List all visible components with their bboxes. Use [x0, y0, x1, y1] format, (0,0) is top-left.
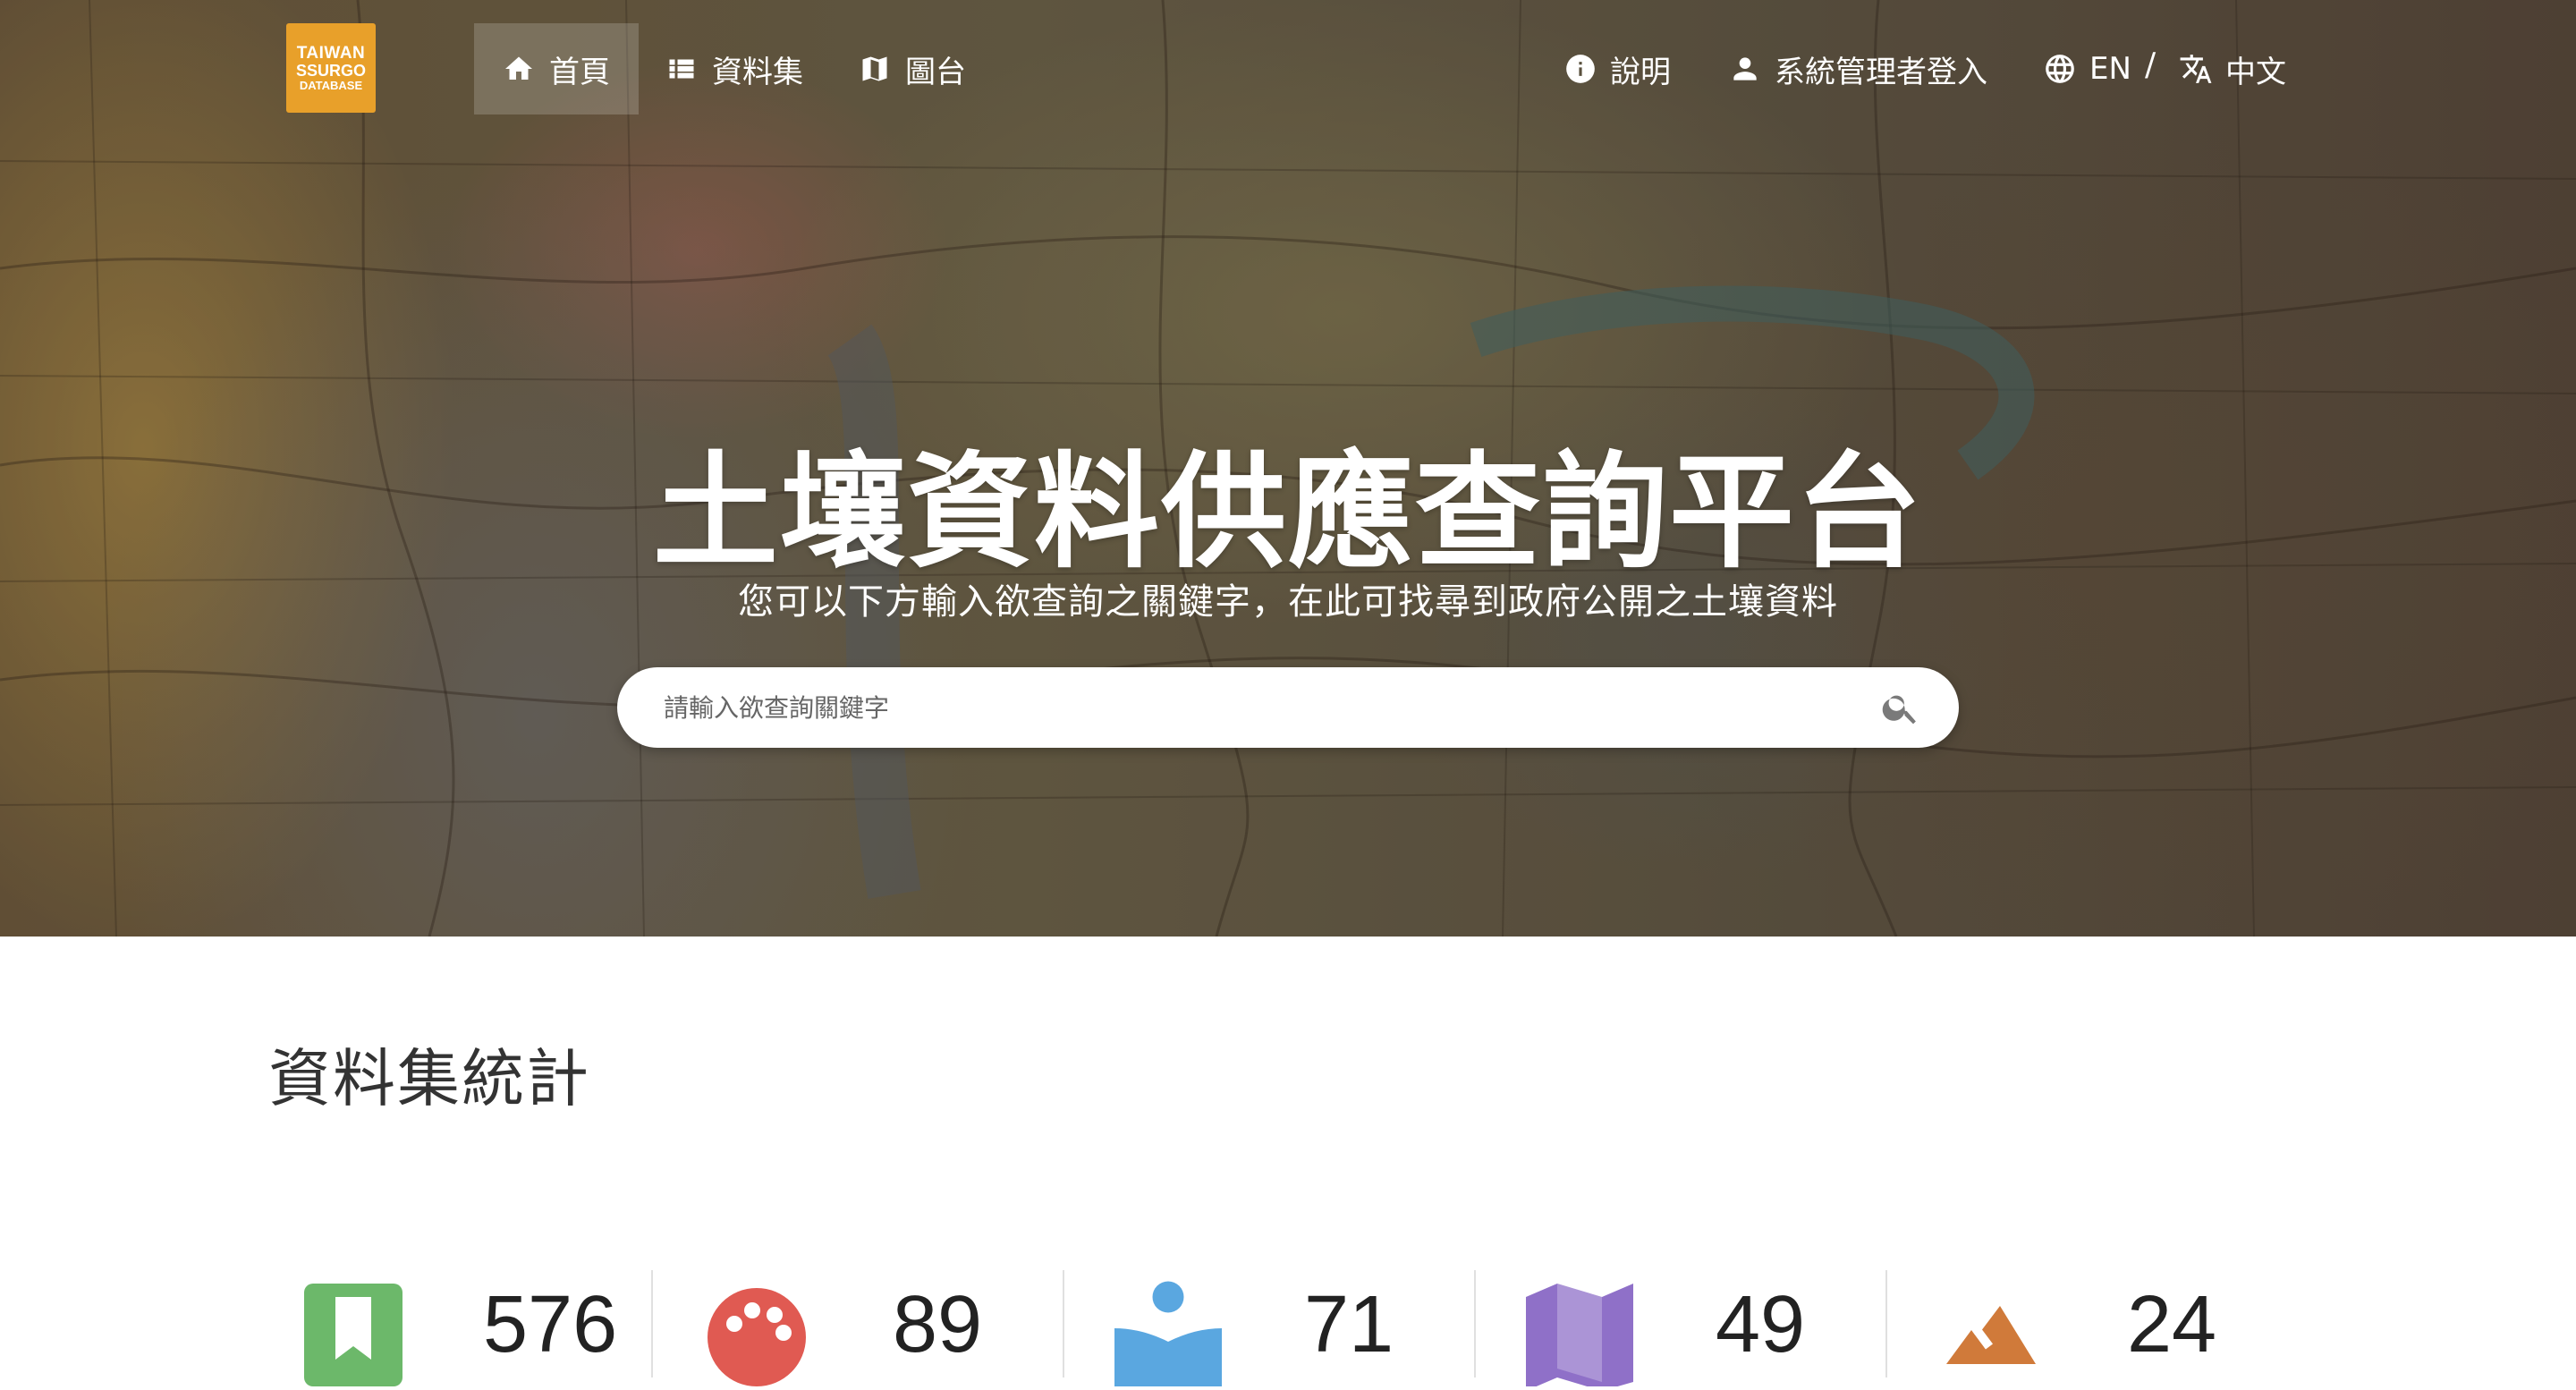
nav-home[interactable]: 首頁: [474, 23, 639, 114]
stat-item[interactable]: 71: [1063, 1252, 1474, 1386]
stats-title: 資料集統計: [268, 1042, 590, 1115]
person-icon: [1728, 52, 1762, 86]
stat-item[interactable]: 89: [651, 1252, 1063, 1386]
hero-title: 土壤資料供應查詢平台: [652, 440, 1923, 586]
lang-zh-label: 中文: [2225, 54, 2286, 90]
stat-divider: [651, 1270, 653, 1377]
hero-subtitle: 您可以下方輸入欲查詢之關鍵字，在此可找尋到政府公開之土壤資料: [738, 581, 1838, 623]
globe-icon: [2043, 52, 2077, 86]
lang-separator: /: [2145, 47, 2157, 83]
reader-icon: [1114, 1279, 1222, 1386]
home-icon: [503, 53, 535, 85]
hero-banner: TAIWAN SSURGO DATABASE 首頁 資料集 圖台 說明 系統管理…: [0, 0, 2576, 937]
nav-datasets[interactable]: 資料集: [637, 23, 832, 114]
stat-divider: [1063, 1270, 1064, 1377]
lang-zh-button[interactable]: 中文: [2179, 23, 2286, 114]
nav-help-label: 說明: [1610, 54, 1671, 90]
nav-home-label: 首頁: [549, 54, 610, 90]
stat-value: 576: [483, 1280, 618, 1369]
lang-en-label: EN: [2089, 51, 2131, 87]
logo-line-1: TAIWAN: [296, 43, 366, 63]
terrain-icon: [1937, 1279, 2045, 1386]
logo-line-2: SSURGO: [295, 61, 366, 80]
lang-en-button[interactable]: EN: [2043, 23, 2131, 114]
search-icon[interactable]: [1880, 687, 1921, 728]
map-icon: [1526, 1279, 1633, 1390]
stat-item[interactable]: 576: [295, 1252, 707, 1386]
list-icon: [665, 53, 698, 85]
stat-value: 89: [893, 1280, 983, 1369]
nav-admin-login-label: 系統管理者登入: [1775, 54, 1987, 90]
bookmark-icon: [300, 1279, 407, 1386]
nav-maps[interactable]: 圖台: [830, 23, 995, 114]
stat-value: 49: [1716, 1280, 1806, 1369]
stat-item[interactable]: 24: [1885, 1252, 2297, 1377]
nav-admin-login[interactable]: 系統管理者登入: [1728, 23, 1987, 114]
map-icon: [859, 53, 891, 85]
stat-item[interactable]: 49: [1474, 1252, 1885, 1390]
stat-value: 71: [1304, 1280, 1394, 1369]
info-icon: [1563, 52, 1597, 86]
nav-maps-label: 圖台: [905, 54, 966, 90]
stat-value: 24: [2127, 1280, 2217, 1369]
palette-icon: [703, 1279, 810, 1386]
stat-divider: [1474, 1270, 1476, 1377]
nav-help[interactable]: 說明: [1563, 23, 1671, 114]
nav-datasets-label: 資料集: [712, 54, 803, 90]
search-bar: [617, 667, 1959, 748]
search-input[interactable]: [664, 667, 1826, 748]
site-logo[interactable]: TAIWAN SSURGO DATABASE: [286, 23, 376, 113]
translate-icon: [2179, 52, 2213, 86]
logo-line-3: DATABASE: [299, 78, 363, 92]
stat-divider: [1885, 1270, 1887, 1377]
